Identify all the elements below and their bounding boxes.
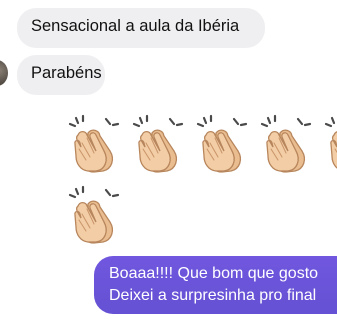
- message-text-line: Deixei a surpresinha pro final: [109, 287, 317, 304]
- sender-avatar[interactable]: [0, 60, 8, 86]
- message-text: Parabéns: [31, 64, 102, 82]
- message-bubble-outgoing[interactable]: Boaaa!!!! Que bom que gosto Deixei a sur…: [94, 256, 337, 314]
- clapping-hands-icon: [132, 114, 184, 174]
- message-bubble-incoming[interactable]: Parabéns: [17, 55, 105, 95]
- message-bubble-incoming[interactable]: Sensacional a aula da Ibéria: [17, 8, 265, 48]
- clapping-hands-icon: [260, 114, 312, 174]
- emoji-message-row[interactable]: [66, 113, 337, 175]
- emoji-message-row[interactable]: [66, 184, 122, 246]
- message-text-line: Boaaa!!!! Que bom que gosto: [109, 265, 319, 282]
- clapping-hands-icon: [68, 185, 120, 245]
- clapping-hands-icon: [324, 114, 337, 174]
- clapping-hands-icon: [196, 114, 248, 174]
- message-text: Sensacional a aula da Ibéria: [31, 17, 240, 35]
- chat-thread: Sensacional a aula da Ibéria Parabéns Bo…: [0, 0, 337, 328]
- clapping-hands-icon: [68, 114, 120, 174]
